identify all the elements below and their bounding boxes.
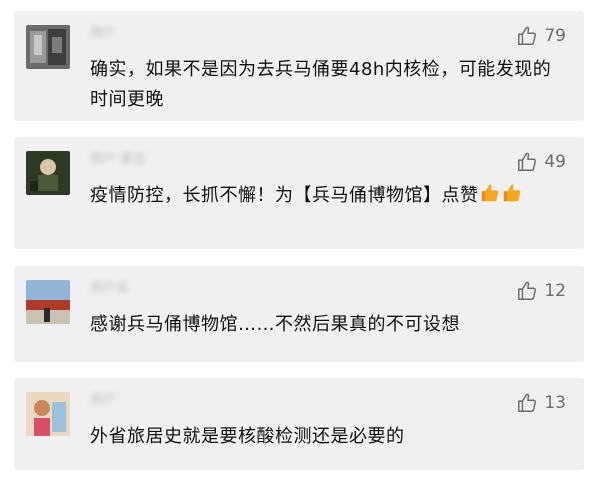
comment-text: 疫情防控，长抓不懈！为【兵马俑博物馆】点赞: [90, 181, 556, 214]
comment-text-body: 疫情防控，长抓不懈！为【兵马俑博物馆】点赞: [90, 185, 479, 206]
avatar[interactable]: [26, 392, 70, 436]
comment-text: 确实，如果不是因为去兵马俑要48h内核检，可能发现的时间更晚: [90, 59, 552, 110]
comment-card: 用户 13 外省旅居史就是要核酸检测还是必要的: [14, 378, 584, 470]
thumbs-up-outline-icon: [518, 152, 537, 171]
author-name[interactable]: 用户: [90, 25, 116, 43]
like-button[interactable]: 12: [516, 279, 566, 303]
comment-card: 用户 79 确实，如果不是因为去兵马俑要48h内核检，可能发现的时间更晚: [14, 11, 584, 121]
author-name[interactable]: 用户名: [90, 280, 129, 298]
like-button[interactable]: 13: [516, 391, 566, 415]
like-count: 49: [544, 152, 566, 172]
comment-card: 用户名 12 感谢兵马俑博物馆……不然后果真的不可设想: [14, 266, 584, 362]
like-count: 79: [544, 26, 566, 46]
like-button[interactable]: 79: [516, 24, 566, 48]
avatar[interactable]: [26, 25, 70, 69]
thumbs-up-outline-icon: [518, 393, 537, 412]
like-count: 13: [544, 393, 566, 413]
avatar[interactable]: [26, 151, 70, 195]
thumbs-up-outline-icon: [518, 26, 537, 45]
thumbs-up-emoji: [479, 182, 501, 214]
like-count: 12: [544, 281, 566, 301]
author-name[interactable]: 用户: [90, 392, 116, 410]
comment-text: 外省旅居史就是要核酸检测还是必要的: [90, 426, 405, 447]
avatar[interactable]: [26, 280, 70, 324]
author-name[interactable]: 用户 紫云: [90, 151, 146, 169]
like-button[interactable]: 49: [516, 150, 566, 174]
comment-card: 用户 紫云 49 疫情防控，长抓不懈！为【兵马俑博物馆】点赞: [14, 137, 584, 249]
comment-text: 感谢兵马俑博物馆……不然后果真的不可设想: [90, 314, 460, 335]
thumbs-up-outline-icon: [518, 281, 537, 300]
thumbs-up-emoji: [501, 182, 523, 214]
